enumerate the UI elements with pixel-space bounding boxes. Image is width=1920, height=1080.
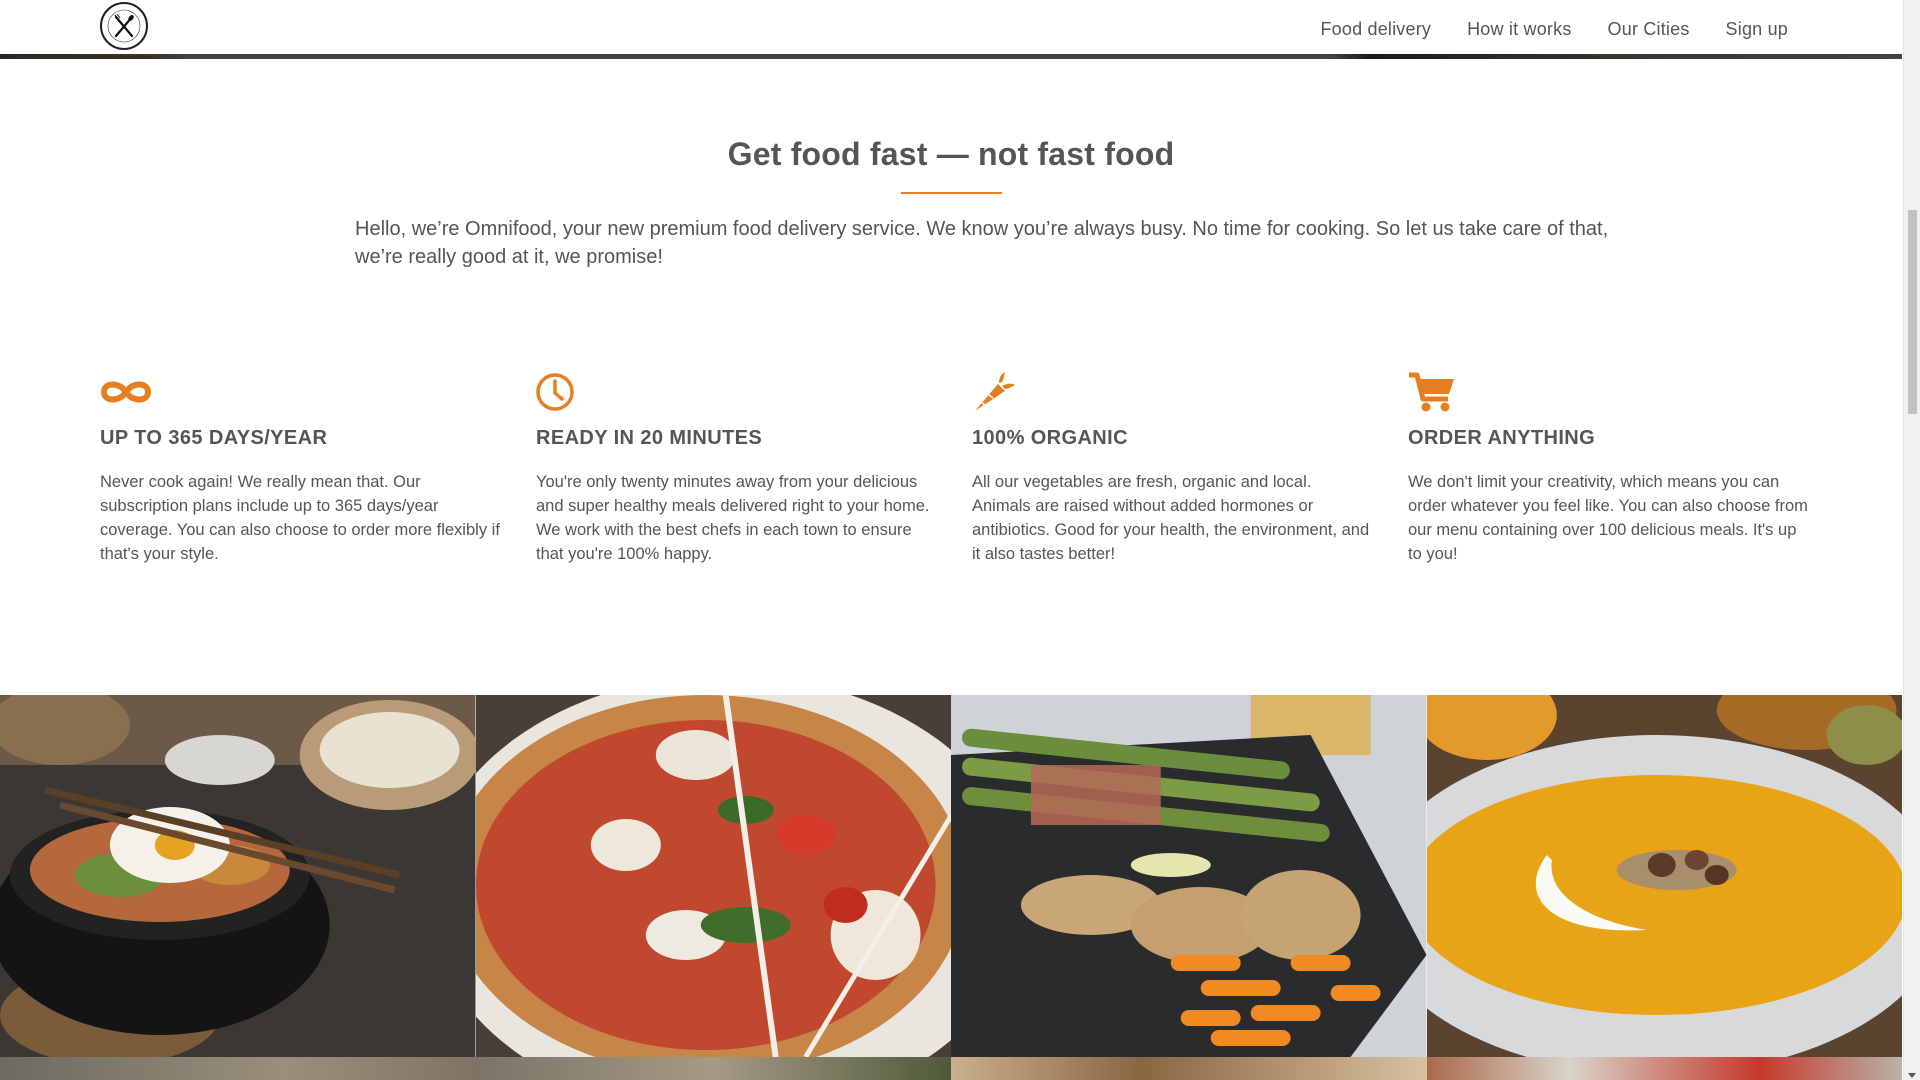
feature-text: You're only twenty minutes away from you… — [536, 473, 930, 563]
page-scrollbar[interactable] — [1903, 0, 1920, 1080]
omnifood-logo[interactable] — [100, 2, 148, 50]
feature-20-minutes: Ready in 20 minutes You're only twenty m… — [536, 370, 936, 563]
cart-icon — [1409, 372, 1454, 412]
gallery-photo-row2-1[interactable] — [0, 1057, 476, 1080]
scroll-down-arrow-icon[interactable] — [1908, 1073, 1916, 1078]
main-nav: Food delivery How it works Our Cities Si… — [1320, 0, 1788, 58]
feature-order-anything: Order anything We don't limit your creat… — [1408, 370, 1808, 563]
feature-text: We don't limit your creativity, which me… — [1408, 473, 1808, 563]
feature-365-days: Up to 365 days/year Never cook again! We… — [100, 370, 500, 563]
feature-title: Up to 365 days/year — [100, 427, 328, 449]
feature-text: Never cook again! We really mean that. O… — [100, 473, 500, 563]
title-underline — [901, 192, 1002, 194]
feature-organic: 100% organic All our vegetables are fres… — [972, 370, 1372, 563]
top-navigation: Food delivery How it works Our Cities Si… — [0, 0, 1902, 54]
nav-link-sign-up[interactable]: Sign up — [1726, 19, 1788, 40]
scrollbar-thumb[interactable] — [1908, 210, 1917, 414]
meals-gallery — [0, 695, 1902, 1080]
fork-knife-icon — [107, 9, 141, 43]
section-intro-text: Hello, we’re Omnifood, your new premium … — [355, 218, 1609, 268]
bibimbap-photo[interactable] — [0, 695, 476, 1057]
clock-icon — [536, 373, 574, 411]
gallery-photo-row2-2[interactable] — [475, 1057, 951, 1080]
feature-title: Ready in 20 minutes — [536, 427, 763, 449]
pizza-photo[interactable] — [475, 695, 951, 1057]
feature-title: 100% organic — [972, 427, 1128, 449]
nav-link-how-it-works[interactable]: How it works — [1467, 19, 1571, 40]
infinity-icon — [100, 381, 152, 403]
gallery-photo-row2-4[interactable] — [1426, 1057, 1902, 1080]
nav-link-our-cities[interactable]: Our Cities — [1608, 19, 1690, 40]
feature-title: Order anything — [1408, 427, 1596, 449]
feature-text: All our vegetables are fresh, organic an… — [972, 473, 1370, 563]
gallery-photo-row2-3[interactable] — [951, 1057, 1427, 1080]
pumpkin-soup-photo[interactable] — [1426, 695, 1902, 1057]
carrot-icon — [975, 372, 1015, 411]
section-title: Get food fast — not fast food — [727, 136, 1175, 172]
chicken-asparagus-photo[interactable] — [951, 695, 1427, 1057]
nav-link-food-delivery[interactable]: Food delivery — [1320, 19, 1431, 40]
